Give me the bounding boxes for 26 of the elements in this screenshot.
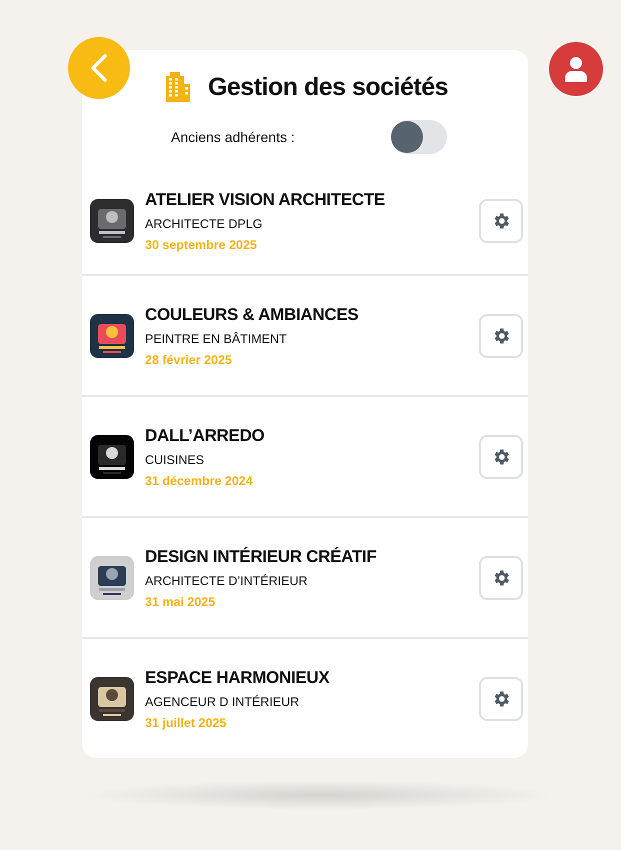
company-name: DESIGN INTÉRIEUR CRÉATIF bbox=[145, 546, 378, 566]
settings-button[interactable] bbox=[479, 199, 523, 243]
company-activity: ARCHITECTE DPLG bbox=[145, 217, 264, 231]
company-name: COULEURS & AMBIANCES bbox=[145, 304, 360, 324]
company-activity: ARCHITECTE D’INTÉRIEUR bbox=[145, 574, 309, 588]
page-title: Gestion des sociétés bbox=[208, 72, 448, 102]
company-name: ATELIER VISION ARCHITECTE bbox=[145, 190, 386, 210]
company-date: 30 septembre 2025 bbox=[145, 238, 258, 252]
settings-button[interactable] bbox=[479, 434, 523, 478]
company-name: ESPACE HARMONIEUX bbox=[145, 668, 330, 688]
company-name: DALL’ARREDO bbox=[145, 426, 266, 446]
company-activity: PEINTRE EN BÂTIMENT bbox=[145, 332, 288, 346]
toggle-switch[interactable] bbox=[390, 120, 447, 154]
settings-button[interactable] bbox=[479, 314, 523, 358]
company-date: 31 juillet 2025 bbox=[145, 716, 228, 730]
chevron-left-icon bbox=[90, 54, 108, 82]
company-date: 28 février 2025 bbox=[145, 352, 233, 366]
company-activity: AGENCEUR D INTÉRIEUR bbox=[145, 694, 300, 708]
profile-button[interactable] bbox=[549, 42, 603, 96]
company-date: 31 mai 2025 bbox=[145, 594, 216, 608]
settings-button[interactable] bbox=[479, 556, 523, 600]
filter-label: Anciens adhérents : bbox=[171, 129, 295, 145]
company-activity: CUISINES bbox=[145, 452, 206, 466]
user-icon bbox=[564, 56, 588, 82]
company-date: 31 décembre 2024 bbox=[145, 474, 254, 488]
settings-button[interactable] bbox=[479, 676, 523, 720]
